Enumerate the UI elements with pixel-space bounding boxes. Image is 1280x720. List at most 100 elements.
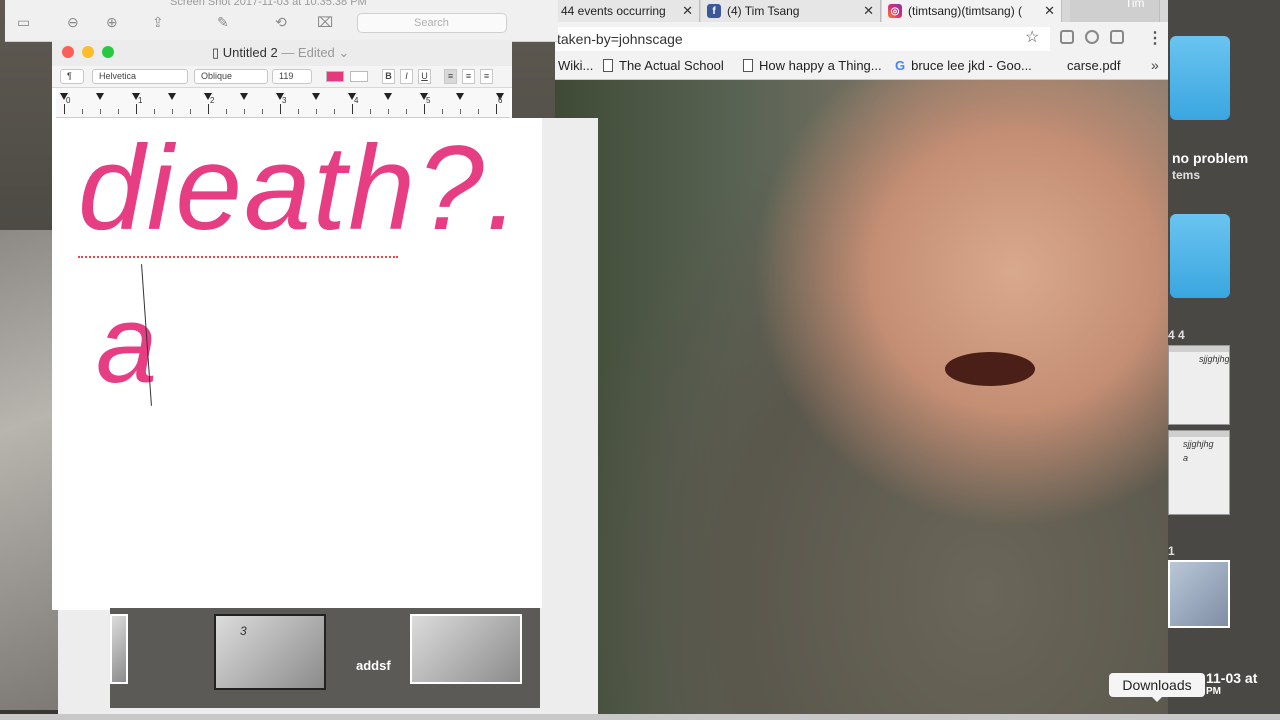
ruler-number: 6	[498, 96, 503, 105]
ruler-tick	[370, 109, 371, 114]
search-input[interactable]: Search	[357, 13, 507, 33]
edited-status[interactable]: — Edited ⌄	[281, 45, 349, 60]
chrome-profile-name[interactable]: Tim	[1125, 0, 1145, 10]
tab-label: (4) Tim Tsang	[727, 4, 800, 18]
tab-strip: 44 events occurring ✕ f (4) Tim Tsang ✕ …	[555, 0, 1168, 22]
font-family-select[interactable]: Helvetica	[92, 69, 188, 84]
bookmark-how-happy[interactable]: How happy a Thing...	[743, 58, 882, 73]
window-thumbnail[interactable]: 3	[214, 614, 326, 690]
address-bar[interactable]: taken-by=johnscage	[555, 27, 1050, 51]
tab-close-icon[interactable]: ✕	[863, 3, 874, 19]
desktop-screenshot-thumb[interactable]: sjjghjhg	[1168, 345, 1230, 425]
ruler-tick	[100, 109, 101, 114]
video-content[interactable]	[555, 80, 1168, 720]
ruler-tab-stop-icon[interactable]	[456, 93, 464, 100]
facebook-icon: f	[707, 4, 721, 18]
tab-instagram[interactable]: ◎ (timtsang)(timtsang) ( ✕	[882, 0, 1062, 22]
document-name: Untitled 2	[222, 45, 278, 60]
bookmark-star-icon[interactable]: ☆	[1025, 27, 1039, 47]
ruler-tick	[82, 109, 83, 114]
bookmark-wiki[interactable]: Wiki...	[558, 58, 593, 73]
folder-icon[interactable]	[1170, 214, 1230, 298]
align-left-icon[interactable]: ≡	[444, 69, 457, 84]
ruler-tab-stop-icon[interactable]	[96, 93, 104, 100]
tab-close-icon[interactable]: ✕	[682, 3, 693, 19]
cast-extension-icon[interactable]	[1110, 30, 1124, 44]
desktop-right-strip: no problem tems 4 4 sjjghjhg sjjghjhg a …	[1168, 0, 1280, 720]
folder-sublabel: tems	[1172, 168, 1201, 182]
date-line-1: 11-03 at	[1206, 670, 1258, 686]
bookmark-label: bruce lee jkd - Goo...	[911, 58, 1032, 73]
bookmark-carse-pdf[interactable]: carse.pdf	[1067, 58, 1120, 73]
zoom-window-button[interactable]	[102, 46, 114, 58]
ruler-tick	[316, 109, 317, 114]
ruler[interactable]: 0 1 2 3 4 5 6	[56, 88, 510, 118]
ruler-tick	[424, 104, 425, 114]
ruler-tick	[442, 109, 443, 114]
bold-button[interactable]: B	[382, 69, 395, 84]
bookmarks-overflow-icon[interactable]: »	[1151, 57, 1159, 73]
ruler-tick	[208, 104, 209, 114]
window-thumbnail[interactable]	[410, 614, 522, 684]
tab-new[interactable]	[1070, 0, 1160, 22]
text-color-swatch[interactable]	[326, 71, 344, 82]
ruler-tick	[496, 104, 497, 114]
menu-kebab-icon[interactable]: ⋮	[1147, 28, 1163, 48]
thumb-text: sjjghjhg	[1183, 439, 1214, 449]
textedit-titlebar: ▯ Untitled 2 — Edited ⌄	[52, 40, 512, 66]
bookmark-actual-school[interactable]: The Actual School	[603, 58, 724, 73]
tab-events[interactable]: 44 events occurring ✕	[555, 0, 700, 22]
italic-button[interactable]: I	[400, 69, 413, 84]
share-icon[interactable]: ⇪	[152, 14, 170, 30]
tab-facebook[interactable]: f (4) Tim Tsang ✕	[701, 0, 881, 22]
ruler-number: 5	[426, 96, 431, 105]
highlight-color-swatch[interactable]	[350, 71, 368, 82]
ruler-tab-stop-icon[interactable]	[240, 93, 248, 100]
screen-bottom-edge	[0, 714, 1280, 720]
ruler-tick	[298, 109, 299, 114]
font-size-select[interactable]: 119	[272, 69, 312, 84]
close-window-button[interactable]	[62, 46, 74, 58]
tab-close-icon[interactable]: ✕	[1044, 3, 1055, 19]
ruler-number: 0	[66, 96, 71, 105]
toolbox-icon[interactable]: ⌧	[317, 14, 335, 30]
thumbnail-number: 3	[240, 624, 247, 638]
underline-button[interactable]: U	[418, 69, 431, 84]
desktop-screenshot-thumb[interactable]: sjjghjhg a	[1168, 430, 1230, 515]
document-text-line-2[interactable]: a	[96, 290, 157, 400]
ruler-tick	[244, 109, 245, 114]
preview-toolbar: ▭ ⊖ ⊕ ⇪ ✎ ⟲ ⌧ Screen Shot 2017-11-03 at …	[5, 0, 558, 42]
align-right-icon[interactable]: ≡	[480, 69, 493, 84]
folder-icon[interactable]	[1170, 36, 1230, 120]
ruler-tick	[262, 109, 263, 114]
ruler-tick	[190, 109, 191, 114]
ruler-tick	[334, 109, 335, 114]
tooltip-caret	[1151, 696, 1163, 702]
ruler-tick	[64, 104, 65, 114]
chrome-window: 44 events occurring ✕ f (4) Tim Tsang ✕ …	[555, 0, 1168, 720]
ruler-number: 1	[138, 96, 143, 105]
ruler-tab-stop-icon[interactable]	[312, 93, 320, 100]
zoom-out-icon[interactable]: ⊖	[67, 14, 85, 30]
ruler-tab-stop-icon[interactable]	[168, 93, 176, 100]
ruler-tick	[460, 109, 461, 114]
window-thumbnail[interactable]	[110, 614, 128, 684]
rotate-icon[interactable]: ⟲	[275, 14, 293, 30]
ruler-number: 4	[354, 96, 359, 105]
bookmark-bruce-lee[interactable]: G bruce lee jkd - Goo...	[895, 58, 1032, 73]
format-bar: ¶ Helvetica Oblique 119 B I U ≡ ≡ ≡	[52, 66, 512, 88]
zoom-in-icon[interactable]: ⊕	[106, 14, 124, 30]
align-center-icon[interactable]: ≡	[462, 69, 475, 84]
document-text-line-1[interactable]: dieath?.	[78, 128, 521, 248]
ruler-tick	[136, 104, 137, 114]
cloud-extension-icon[interactable]	[1085, 30, 1099, 44]
ruler-tab-stop-icon[interactable]	[384, 93, 392, 100]
markup-pen-icon[interactable]: ✎	[217, 14, 235, 30]
extension-icon[interactable]	[1060, 30, 1074, 44]
desktop-screenshot-thumb-selected[interactable]	[1168, 560, 1230, 628]
sidebar-toggle-icon[interactable]: ▭	[17, 14, 35, 30]
document-icon: ▯	[212, 45, 223, 60]
font-style-select[interactable]: Oblique	[194, 69, 268, 84]
paragraph-style-select[interactable]: ¶	[60, 69, 84, 84]
minimize-window-button[interactable]	[82, 46, 94, 58]
